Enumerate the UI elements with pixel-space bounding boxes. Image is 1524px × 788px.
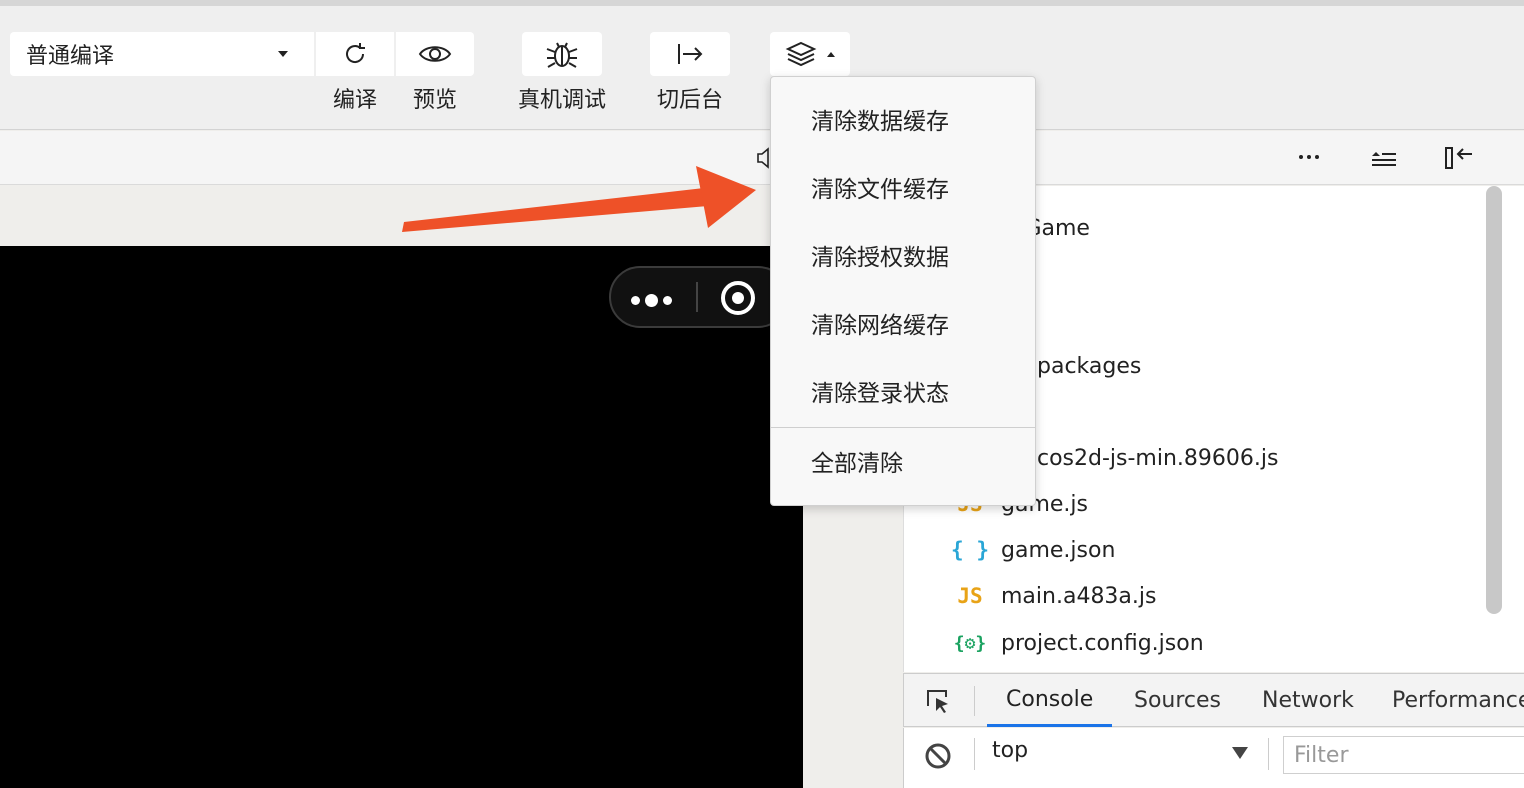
preview-button[interactable] xyxy=(396,32,474,76)
more-dots-icon[interactable] xyxy=(631,294,672,307)
file-name: packages xyxy=(1037,353,1142,379)
filter-input[interactable] xyxy=(1283,736,1524,774)
menu-divider xyxy=(771,427,1035,428)
config-file-icon: {⚙} xyxy=(953,632,987,654)
layers-icon xyxy=(785,41,817,67)
more-icon[interactable] xyxy=(1298,153,1320,161)
secondary-toolbar xyxy=(0,131,1524,185)
tab-divider xyxy=(974,686,975,716)
tab-console[interactable]: Console xyxy=(987,674,1113,727)
menu-item-clear-data-cache[interactable]: 清除数据缓存 xyxy=(771,89,1035,149)
file-name: main.a483a.js xyxy=(1001,583,1157,609)
js-file-icon: JS xyxy=(957,584,983,608)
chevron-down-icon xyxy=(278,51,288,57)
menu-capsule[interactable] xyxy=(609,266,789,328)
toolbar-divider xyxy=(974,738,975,770)
simulator-screen[interactable] xyxy=(0,246,803,788)
compile-mode-value: 普通编译 xyxy=(26,44,115,69)
file-name: game.json xyxy=(1001,537,1116,563)
tab-network[interactable]: Network xyxy=(1262,674,1354,727)
close-target-icon[interactable] xyxy=(721,281,755,315)
remote-debug-button[interactable] xyxy=(522,32,602,76)
exit-arrow-icon xyxy=(678,44,703,64)
clear-cache-menu: 清除数据缓存 清除文件缓存 清除授权数据 清除网络缓存 清除登录状态 全部清除 xyxy=(770,76,1036,506)
file-tree-scrollbar[interactable] xyxy=(1486,186,1502,614)
collapse-panel-icon[interactable] xyxy=(1444,145,1474,171)
compile-label: 编译 xyxy=(332,88,377,113)
bug-icon xyxy=(546,42,578,68)
tab-performance[interactable]: Performance xyxy=(1392,674,1524,727)
tab-sources[interactable]: Sources xyxy=(1134,674,1221,727)
menu-item-clear-auth-data[interactable]: 清除授权数据 xyxy=(771,225,1035,285)
inspect-element-icon[interactable] xyxy=(924,688,952,714)
eye-icon xyxy=(418,46,452,62)
background-label: 切后台 xyxy=(656,88,723,113)
context-select[interactable]: top xyxy=(992,738,1028,763)
menu-item-clear-all[interactable]: 全部清除 xyxy=(771,431,1035,491)
outline-icon[interactable] xyxy=(1370,147,1398,169)
capsule-divider xyxy=(696,282,698,312)
preview-label: 预览 xyxy=(412,88,457,113)
json-file-icon: { } xyxy=(951,538,989,562)
console-toolbar: top xyxy=(903,728,1524,788)
background-button[interactable] xyxy=(650,32,730,76)
file-name: cos2d-js-min.89606.js xyxy=(1037,445,1279,471)
devtools-tab-bar: Console Sources Network Performance xyxy=(903,673,1524,727)
remote-debug-label: 真机调试 xyxy=(517,88,606,113)
clear-console-icon[interactable] xyxy=(924,742,952,770)
chevron-down-icon[interactable] xyxy=(1232,747,1248,759)
menu-item-clear-network-cache[interactable]: 清除网络缓存 xyxy=(771,293,1035,353)
clear-cache-button[interactable] xyxy=(770,32,850,76)
simulator-header xyxy=(0,186,803,246)
caret-up-icon xyxy=(827,51,835,57)
toolbar: 普通编译 编译 预览 真机调试 切后台 xyxy=(0,6,1524,130)
refresh-icon xyxy=(346,43,365,63)
file-name: project.config.json xyxy=(1001,630,1204,656)
toolbar-divider xyxy=(1268,738,1269,770)
menu-item-clear-login-state[interactable]: 清除登录状态 xyxy=(771,361,1035,421)
compile-button[interactable] xyxy=(316,32,394,76)
compile-mode-select[interactable]: 普通编译 xyxy=(10,32,314,76)
menu-item-clear-file-cache[interactable]: 清除文件缓存 xyxy=(771,157,1035,217)
